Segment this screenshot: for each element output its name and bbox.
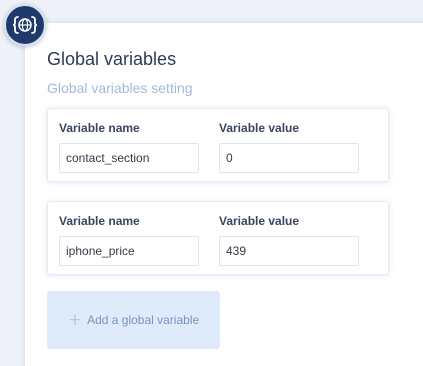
variable-value-input[interactable] xyxy=(219,143,359,173)
page-title: Global variables xyxy=(47,49,177,69)
variable-value-label: Variable value xyxy=(219,214,300,228)
add-global-variable-button[interactable]: + Add a global variable xyxy=(47,291,220,349)
variable-name-input[interactable] xyxy=(59,143,199,173)
variable-card: Variable name Variable value xyxy=(47,201,389,275)
app-logo[interactable] xyxy=(4,4,46,46)
variable-name-input[interactable] xyxy=(59,236,199,266)
variable-name-label: Variable name xyxy=(59,214,140,228)
variable-value-input[interactable] xyxy=(219,236,359,266)
add-global-variable-label: Add a global variable xyxy=(87,313,200,327)
top-bar xyxy=(0,0,423,22)
globe-braces-icon xyxy=(12,16,38,34)
page-subtitle: Global variables setting xyxy=(47,80,193,96)
global-variables-panel: Global variables Global variables settin… xyxy=(24,22,423,366)
variable-name-label: Variable name xyxy=(59,121,140,135)
left-rail xyxy=(0,0,24,366)
variable-card: Variable name Variable value xyxy=(47,108,389,182)
plus-icon: + xyxy=(67,309,83,330)
variable-value-label: Variable value xyxy=(219,121,300,135)
